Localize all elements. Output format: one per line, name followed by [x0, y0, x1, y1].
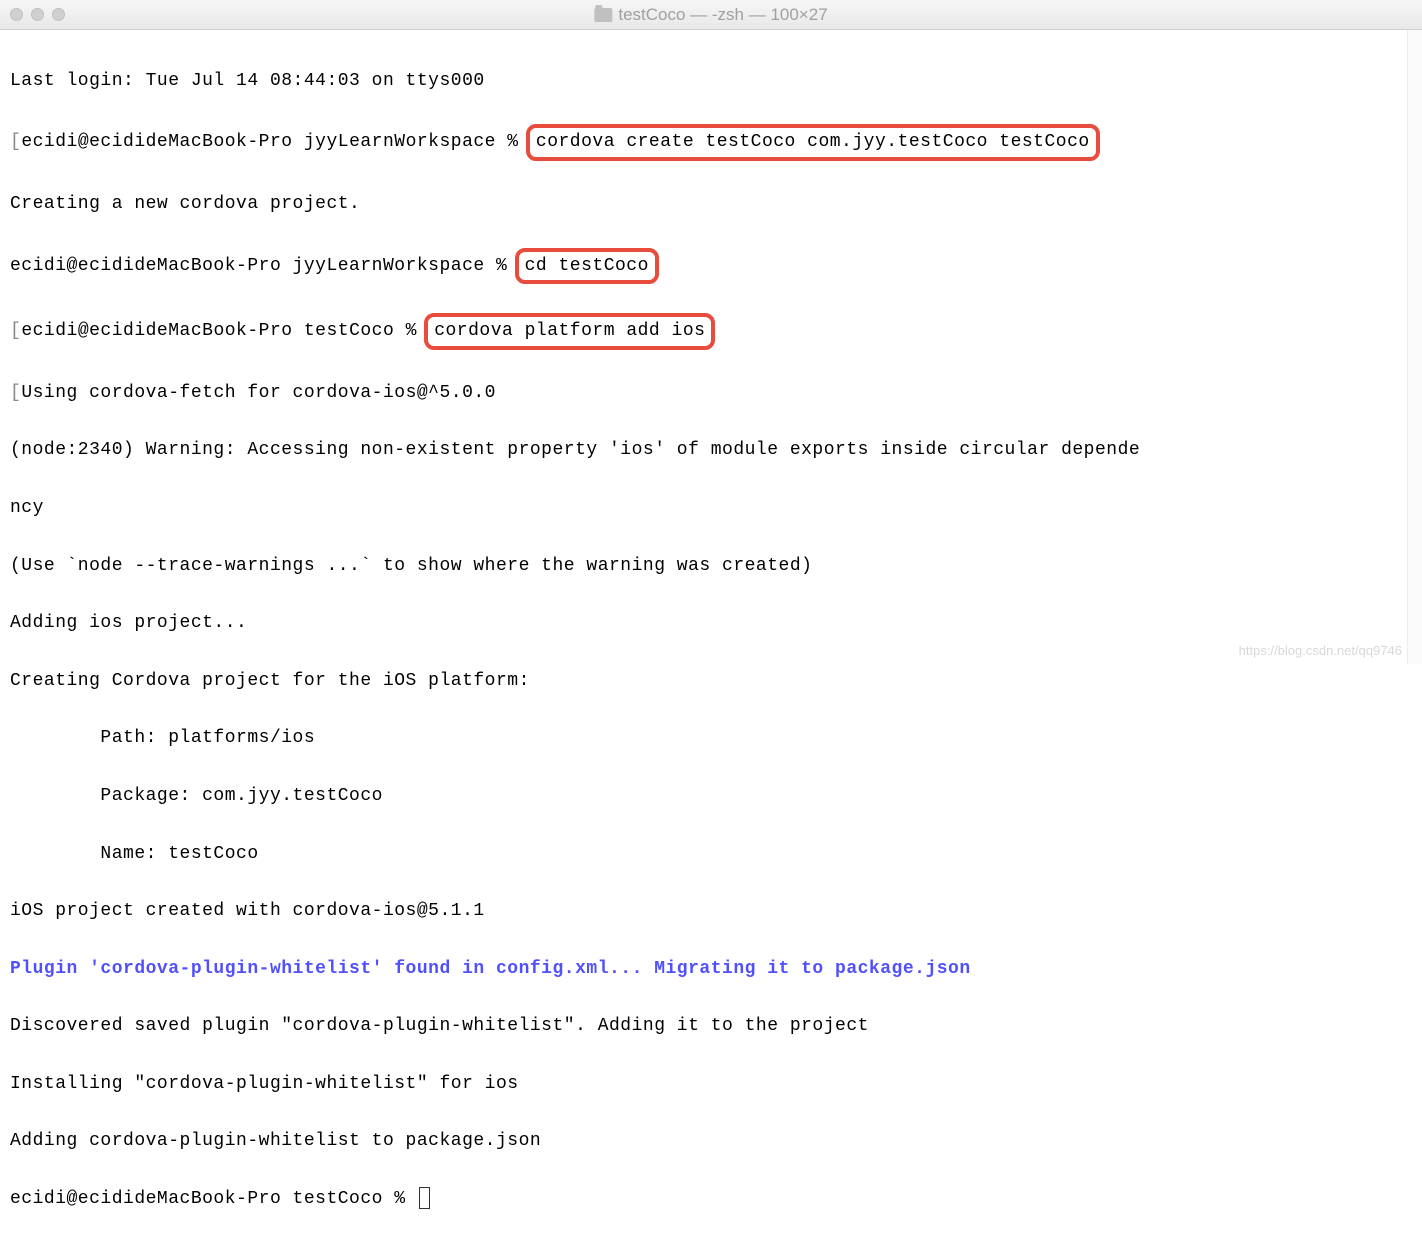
terminal-line: Creating a new cordova project.: [10, 190, 1412, 219]
output-text: Adding ios project...: [10, 613, 247, 633]
output-text: (node:2340) Warning: Accessing non-exist…: [10, 440, 1140, 460]
folder-icon: [594, 8, 612, 22]
output-text: ncy: [10, 498, 44, 518]
output-text: (Use `node --trace-warnings ...` to show…: [10, 556, 812, 576]
highlighted-command-1: cordova create testCoco com.jyy.testCoco…: [526, 124, 1100, 161]
terminal-line: Installing "cordova-plugin-whitelist" fo…: [10, 1070, 1412, 1099]
highlighted-command-2: cd testCoco: [515, 248, 659, 285]
terminal-line: ecidi@ecidideMacBook-Pro jyyLearnWorkspa…: [10, 248, 1412, 285]
output-text-plugin: Plugin 'cordova-plugin-whitelist' found …: [10, 959, 971, 979]
output-text: Creating Cordova project for the iOS pla…: [10, 671, 530, 691]
terminal-line: Discovered saved plugin "cordova-plugin-…: [10, 1012, 1412, 1041]
output-text: Using cordova-fetch for cordova-ios@^5.0…: [21, 383, 496, 403]
bracket-open: [: [10, 383, 21, 403]
output-text: Name: testCoco: [10, 844, 259, 864]
bracket-open: [: [10, 321, 21, 341]
output-text: Discovered saved plugin "cordova-plugin-…: [10, 1016, 869, 1036]
bracket-open: [: [10, 132, 21, 152]
output-text: Creating a new cordova project.: [10, 194, 360, 214]
output-text: Installing "cordova-plugin-whitelist" fo…: [10, 1074, 519, 1094]
watermark-text: https://blog.csdn.net/qq9746: [1239, 643, 1402, 658]
prompt-text: ecidi@ecidideMacBook-Pro jyyLearnWorkspa…: [10, 256, 519, 276]
scrollbar[interactable]: [1407, 30, 1422, 664]
terminal-line: Path: platforms/ios: [10, 724, 1412, 753]
output-text: Path: platforms/ios: [10, 728, 315, 748]
terminal-line: [ecidi@ecidideMacBook-Pro testCoco % cor…: [10, 313, 1412, 350]
command-text: cordova platform add ios: [434, 321, 705, 341]
minimize-button[interactable]: [31, 8, 44, 21]
prompt-text: ecidi@ecidideMacBook-Pro testCoco %: [21, 321, 428, 341]
window-title: testCoco — -zsh — 100×27: [618, 5, 827, 25]
maximize-button[interactable]: [52, 8, 65, 21]
terminal-line: Adding ios project...: [10, 609, 1412, 638]
terminal-line: Name: testCoco: [10, 840, 1412, 869]
terminal-line: (Use `node --trace-warnings ...` to show…: [10, 552, 1412, 581]
terminal-line-highlighted: Plugin 'cordova-plugin-whitelist' found …: [10, 955, 1412, 984]
terminal-line: Creating Cordova project for the iOS pla…: [10, 667, 1412, 696]
output-text: iOS project created with cordova-ios@5.1…: [10, 901, 485, 921]
terminal-line: (node:2340) Warning: Accessing non-exist…: [10, 436, 1412, 465]
cursor-icon: [419, 1187, 430, 1209]
traffic-lights: [10, 8, 65, 21]
command-text: cd testCoco: [525, 256, 649, 276]
window-titlebar: testCoco — -zsh — 100×27: [0, 0, 1422, 30]
terminal-line: ncy: [10, 494, 1412, 523]
terminal-line: Last login: Tue Jul 14 08:44:03 on ttys0…: [10, 67, 1412, 96]
terminal-content[interactable]: Last login: Tue Jul 14 08:44:03 on ttys0…: [0, 30, 1422, 1251]
terminal-line: Package: com.jyy.testCoco: [10, 782, 1412, 811]
command-text: cordova create testCoco com.jyy.testCoco…: [536, 132, 1090, 152]
last-login-text: Last login: Tue Jul 14 08:44:03 on ttys0…: [10, 71, 485, 91]
terminal-line: ecidi@ecidideMacBook-Pro testCoco %: [10, 1185, 1412, 1214]
prompt-text: ecidi@ecidideMacBook-Pro jyyLearnWorkspa…: [21, 132, 530, 152]
terminal-line: [ecidi@ecidideMacBook-Pro jyyLearnWorksp…: [10, 124, 1412, 161]
prompt-text: ecidi@ecidideMacBook-Pro testCoco %: [10, 1189, 417, 1209]
terminal-line: [Using cordova-fetch for cordova-ios@^5.…: [10, 379, 1412, 408]
terminal-line: iOS project created with cordova-ios@5.1…: [10, 897, 1412, 926]
output-text: Adding cordova-plugin-whitelist to packa…: [10, 1131, 541, 1151]
terminal-line: Adding cordova-plugin-whitelist to packa…: [10, 1127, 1412, 1156]
output-text: Package: com.jyy.testCoco: [10, 786, 383, 806]
window-title-wrapper: testCoco — -zsh — 100×27: [594, 5, 827, 25]
highlighted-command-3: cordova platform add ios: [424, 313, 715, 350]
close-button[interactable]: [10, 8, 23, 21]
